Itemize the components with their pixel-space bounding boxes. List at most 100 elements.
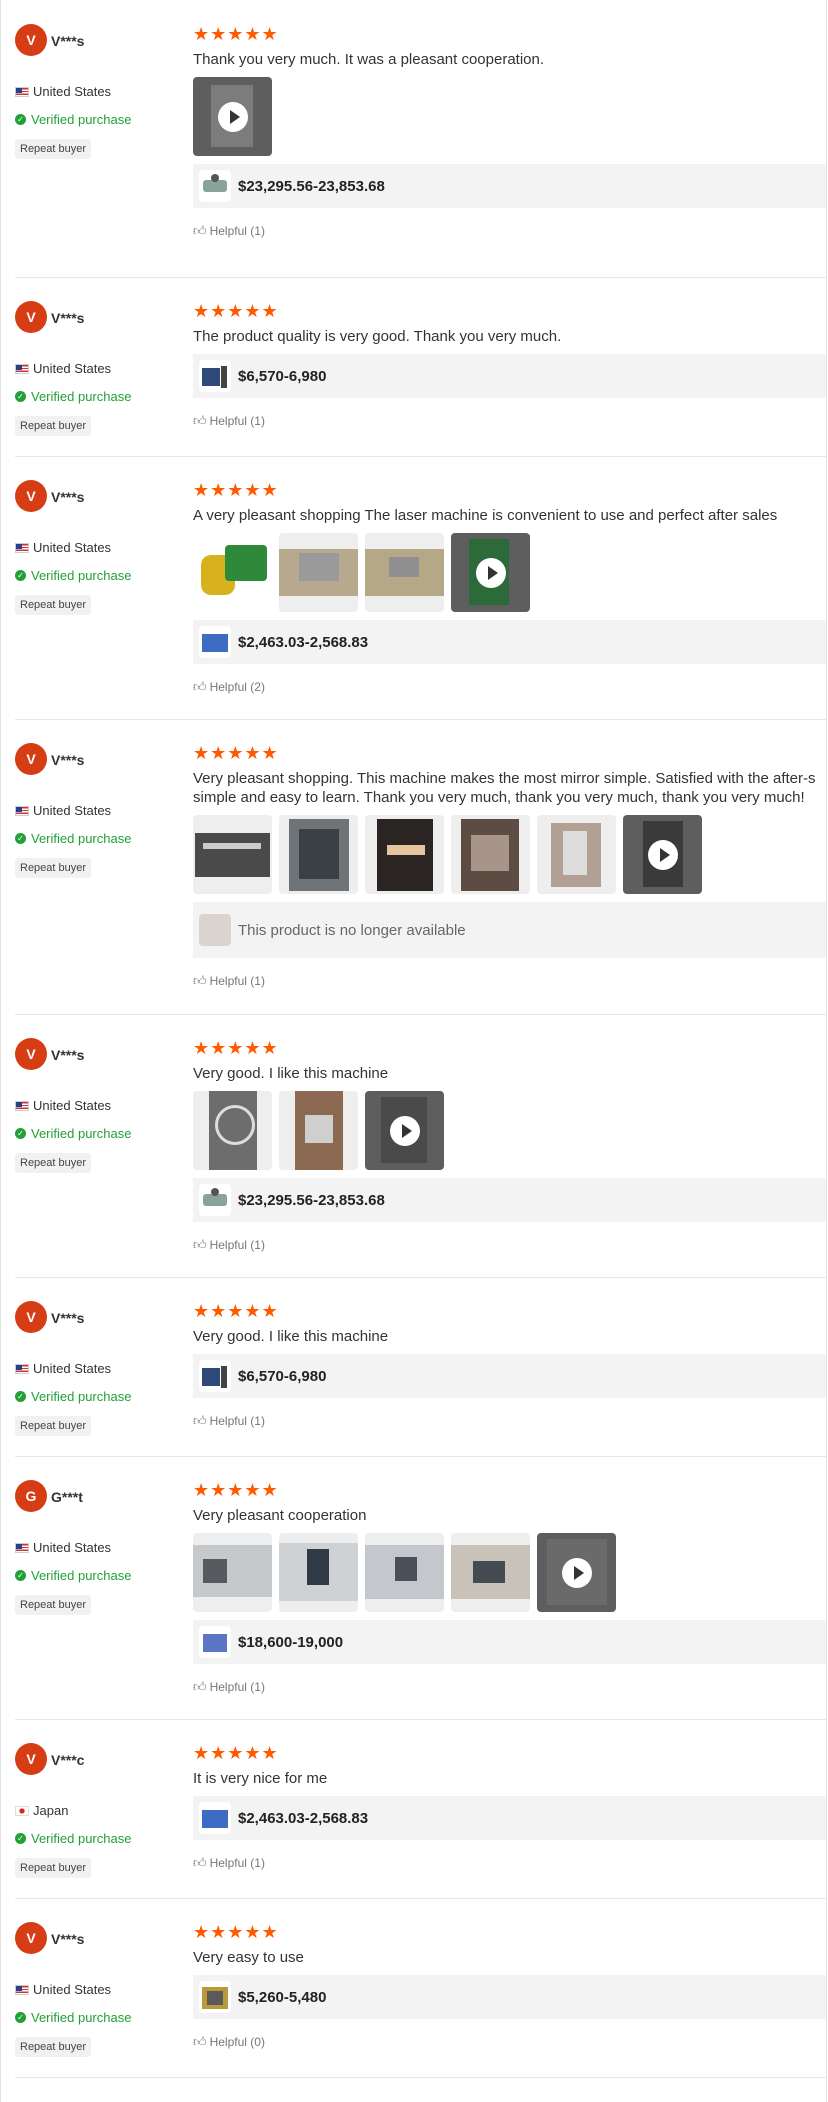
reviewer-name: V***c — [51, 1752, 85, 1768]
helpful-button[interactable]: 👍︎ Helpful (2) — [193, 678, 826, 696]
media-gallery — [193, 815, 826, 894]
review-content: ★★★★★ Very good. I like this machine $6,… — [193, 1301, 826, 1430]
play-icon — [647, 839, 678, 870]
product-link[interactable]: $5,260-5,480 — [193, 1975, 826, 2019]
media-gallery — [193, 533, 826, 612]
helpful-button[interactable]: 👍︎ Helpful (1) — [193, 222, 826, 240]
product-link[interactable]: $2,463.03-2,568.83 — [193, 1796, 826, 1840]
repeat-buyer-tag: Repeat buyer — [15, 1153, 92, 1173]
product-price: $6,570-6,980 — [238, 1367, 327, 1385]
product-thumbnail — [199, 1184, 231, 1216]
review-text: Very pleasant cooperation — [193, 1507, 367, 1524]
video-thumbnail[interactable] — [193, 77, 272, 156]
product-link[interactable]: This product is no longer available — [193, 902, 826, 958]
avatar: V — [15, 301, 47, 333]
check-circle-icon: ✓ — [15, 114, 26, 125]
thumbs-up-icon: 👍︎ — [193, 1237, 207, 1252]
verified-purchase-badge: ✓ Verified purchase — [15, 2010, 131, 2025]
us-flag-icon — [15, 1542, 29, 1553]
star-rating: ★★★★★ — [193, 480, 279, 500]
thumbs-up-icon: 👍︎ — [193, 1413, 207, 1428]
media-gallery — [193, 1091, 826, 1170]
verified-purchase-badge: ✓ Verified purchase — [15, 1126, 131, 1141]
review-content: ★★★★★ Very good. I like this machine $23… — [193, 1038, 826, 1254]
repeat-buyer-tag: Repeat buyer — [15, 1595, 92, 1615]
product-price: $6,570-6,980 — [238, 367, 327, 385]
review-content: ★★★★★ Very pleasant cooperation $18,600-… — [193, 1480, 826, 1696]
reviewer-country: United States — [15, 84, 111, 99]
helpful-button[interactable]: 👍︎ Helpful (1) — [193, 1854, 826, 1872]
photo-thumbnail[interactable] — [365, 1533, 444, 1612]
avatar: V — [15, 1743, 47, 1775]
video-thumbnail[interactable] — [537, 1533, 616, 1612]
verified-purchase-badge: ✓ Verified purchase — [15, 1831, 131, 1846]
reviewer-country: United States — [15, 540, 111, 555]
photo-thumbnail[interactable] — [279, 1091, 358, 1170]
avatar: V — [15, 743, 47, 775]
video-thumbnail[interactable] — [365, 1091, 444, 1170]
product-link[interactable]: $2,463.03-2,568.83 — [193, 620, 826, 664]
review-card: V V***s United States ✓ Verified purchase… — [15, 0, 826, 278]
thumbs-up-icon: 👍︎ — [193, 413, 207, 428]
avatar: V — [15, 1301, 47, 1333]
photo-thumbnail[interactable] — [365, 533, 444, 612]
star-rating: ★★★★★ — [193, 1480, 279, 1500]
product-link[interactable]: $23,295.56-23,853.68 — [193, 1178, 826, 1222]
check-circle-icon: ✓ — [15, 570, 26, 581]
product-price: $5,260-5,480 — [238, 1988, 327, 2006]
reviewer-name: G***t — [51, 1489, 83, 1505]
product-link[interactable]: $6,570-6,980 — [193, 1354, 826, 1398]
avatar: G — [15, 1480, 47, 1512]
helpful-button[interactable]: 👍︎ Helpful (0) — [193, 2033, 826, 2051]
thumbs-up-icon: 👍︎ — [193, 223, 207, 238]
product-price: $18,600-19,000 — [238, 1633, 344, 1651]
play-icon — [475, 557, 506, 588]
us-flag-icon — [15, 542, 29, 553]
us-flag-icon — [15, 1984, 29, 1995]
product-link[interactable]: $23,295.56-23,853.68 — [193, 164, 826, 208]
photo-thumbnail[interactable] — [279, 533, 358, 612]
product-thumbnail — [199, 360, 231, 392]
product-thumbnail — [199, 914, 231, 946]
product-price: $2,463.03-2,568.83 — [238, 633, 369, 651]
review-text: It is very nice for me — [193, 1770, 328, 1787]
check-circle-icon: ✓ — [15, 1833, 26, 1844]
product-thumbnail — [199, 1981, 231, 2013]
product-link[interactable]: $6,570-6,980 — [193, 354, 826, 398]
video-thumbnail[interactable] — [623, 815, 702, 894]
photo-thumbnail[interactable] — [451, 815, 530, 894]
photo-thumbnail[interactable] — [193, 1533, 272, 1612]
photo-thumbnail[interactable] — [193, 1091, 272, 1170]
helpful-button[interactable]: 👍︎ Helpful (1) — [193, 1678, 826, 1696]
helpful-button[interactable]: 👍︎ Helpful (1) — [193, 412, 826, 430]
review-text: Very pleasant shopping. This machine mak… — [193, 770, 816, 787]
reviewer-country: United States — [15, 1361, 111, 1376]
repeat-buyer-tag: Repeat buyer — [15, 1858, 92, 1878]
reviews-panel: V V***s United States ✓ Verified purchase… — [0, 0, 827, 2102]
photo-thumbnail[interactable] — [193, 815, 272, 894]
photo-thumbnail[interactable] — [537, 815, 616, 894]
star-rating: ★★★★★ — [193, 1743, 279, 1763]
product-thumbnail — [199, 1626, 231, 1658]
reviewer-country: Japan — [15, 1803, 68, 1818]
check-circle-icon: ✓ — [15, 833, 26, 844]
helpful-button[interactable]: 👍︎ Helpful (1) — [193, 1236, 826, 1254]
verified-purchase-badge: ✓ Verified purchase — [15, 1389, 131, 1404]
star-rating: ★★★★★ — [193, 743, 279, 763]
repeat-buyer-tag: Repeat buyer — [15, 416, 92, 436]
repeat-buyer-tag: Repeat buyer — [15, 858, 92, 878]
helpful-button[interactable]: 👍︎ Helpful (1) — [193, 972, 826, 990]
review-card: V V***c Japan ✓ Verified purchase Repeat … — [15, 1719, 826, 1899]
photo-thumbnail[interactable] — [279, 1533, 358, 1612]
photo-thumbnail[interactable] — [279, 815, 358, 894]
reviewer-name: V***s — [51, 489, 85, 505]
product-link[interactable]: $18,600-19,000 — [193, 1620, 826, 1664]
photo-thumbnail[interactable] — [193, 533, 272, 612]
helpful-button[interactable]: 👍︎ Helpful (1) — [193, 1412, 826, 1430]
video-thumbnail[interactable] — [451, 533, 530, 612]
photo-thumbnail[interactable] — [365, 815, 444, 894]
photo-thumbnail[interactable] — [451, 1533, 530, 1612]
review-text: Very easy to use — [193, 1949, 304, 1966]
reviewer-country: United States — [15, 803, 111, 818]
reviewer-name: V***s — [51, 310, 85, 326]
